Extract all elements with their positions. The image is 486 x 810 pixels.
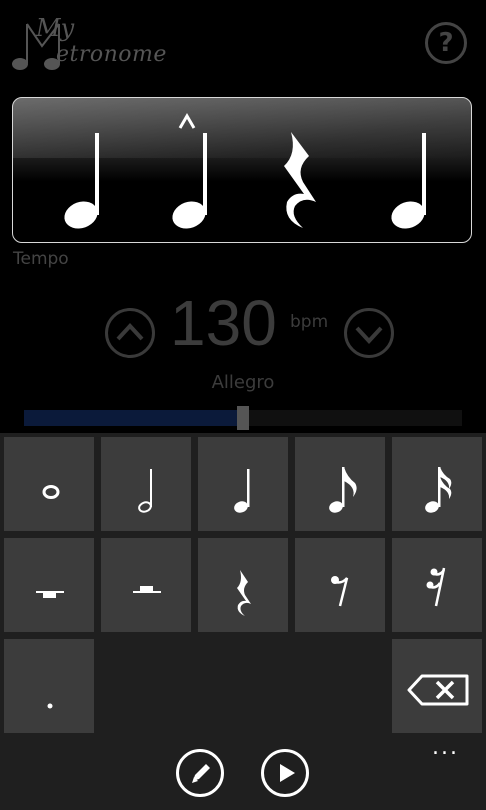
bpm-value: 130: [170, 287, 277, 359]
more-options-button[interactable]: ...: [432, 735, 459, 760]
whole-rest-key[interactable]: [4, 538, 94, 632]
tempo-slider[interactable]: [24, 406, 462, 430]
eighth-note-icon: [329, 467, 357, 513]
tempo-marking: Allegro: [211, 372, 275, 393]
dot-icon: [47, 703, 53, 709]
sixteenth-rest-key[interactable]: [392, 538, 482, 632]
accent-mark-icon: [178, 113, 196, 129]
eighth-rest-icon: [331, 576, 349, 607]
half-rest-icon: [133, 586, 161, 593]
edit-button[interactable]: [176, 749, 224, 797]
play-icon: [280, 764, 295, 782]
staff-note-4[interactable]: [388, 133, 429, 233]
quarter-note-key[interactable]: [198, 437, 288, 531]
note-keypad: [0, 433, 486, 810]
bpm-unit: bpm: [290, 312, 329, 332]
tempo-increase-button[interactable]: [105, 308, 155, 358]
half-rest-key[interactable]: [101, 538, 191, 632]
chevron-up-icon: [116, 323, 144, 341]
whole-rest-icon: [36, 591, 64, 598]
eighth-rest-key[interactable]: [295, 538, 385, 632]
quarter-note-icon: [234, 469, 250, 513]
half-note-key[interactable]: [101, 437, 191, 531]
logo-small-text: My: [36, 14, 75, 42]
half-note-icon: [138, 469, 152, 513]
quarter-rest-key[interactable]: [198, 538, 288, 632]
sixteenth-note-key[interactable]: [392, 437, 482, 531]
play-button[interactable]: [261, 749, 309, 797]
slider-thumb[interactable]: [237, 406, 249, 430]
sixteenth-note-icon: [425, 467, 452, 513]
logo-main-text: etronome: [56, 42, 167, 67]
slider-fill: [24, 410, 243, 426]
tempo-label: Tempo: [13, 249, 69, 269]
whole-note-key[interactable]: [4, 437, 94, 531]
whole-note-icon: [42, 485, 60, 499]
eighth-note-key[interactable]: [295, 437, 385, 531]
sixteenth-rest-icon: [426, 567, 446, 607]
chevron-down-icon: [355, 326, 383, 344]
help-button[interactable]: ?: [425, 22, 467, 64]
staff-note-1[interactable]: [61, 133, 102, 233]
staff-note-2-accented[interactable]: [169, 113, 210, 233]
dot-key[interactable]: [4, 639, 94, 733]
backspace-icon: [407, 674, 469, 706]
app-logo: My etronome: [10, 14, 170, 74]
backspace-key[interactable]: [392, 639, 482, 733]
tempo-decrease-button[interactable]: [344, 308, 394, 358]
quarter-rest-icon: [237, 570, 251, 616]
rhythm-display[interactable]: [12, 97, 472, 243]
edit-icon: [192, 764, 210, 783]
staff-rest-3[interactable]: [284, 132, 316, 228]
